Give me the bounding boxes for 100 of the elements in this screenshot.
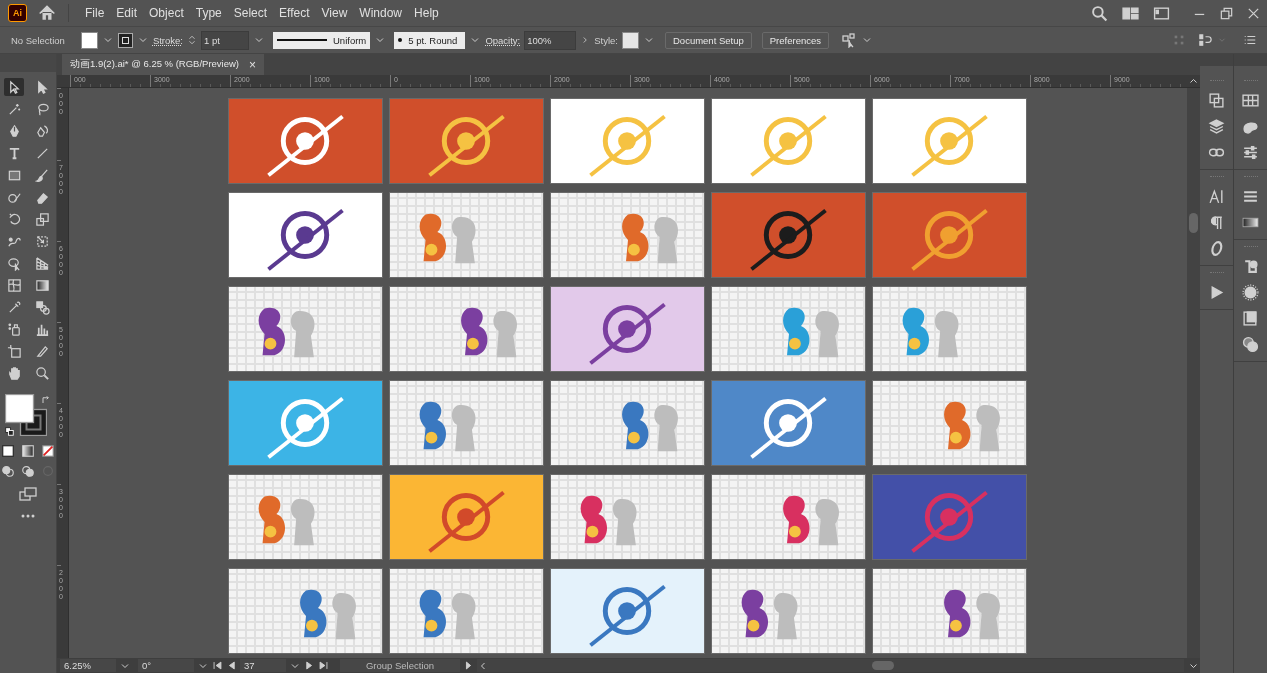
color-mode-icon[interactable]	[1, 444, 15, 458]
document-setup-button[interactable]: Document Setup	[665, 31, 752, 49]
gradient-mode-icon[interactable]	[21, 444, 35, 458]
menu-item[interactable]: Effect	[273, 6, 316, 20]
artboard[interactable]	[872, 98, 1027, 184]
layout-icon[interactable]	[1122, 4, 1139, 22]
appearance-icon[interactable]	[1242, 284, 1259, 301]
opacity-field[interactable]: 100%	[524, 30, 577, 50]
artboard[interactable]	[228, 192, 383, 278]
style-swatch[interactable]	[622, 31, 639, 49]
artboard[interactable]	[228, 474, 383, 560]
stroke-weight-field[interactable]: 1 pt	[201, 30, 249, 50]
character-icon[interactable]	[1208, 188, 1225, 205]
artboard[interactable]	[872, 568, 1027, 654]
stroke-icon[interactable]	[1242, 188, 1259, 205]
draw-normal-icon[interactable]	[1, 464, 15, 478]
panel-menu-icon[interactable]	[1243, 33, 1257, 47]
previous-artboard-icon[interactable]	[226, 660, 237, 671]
artboard[interactable]	[389, 380, 544, 466]
artboard[interactable]	[389, 192, 544, 278]
fill-and-stroke-icon[interactable]	[5, 394, 47, 436]
screen-mode-icon[interactable]	[18, 486, 38, 502]
artboard[interactable]	[711, 380, 866, 466]
silhouette-drawing	[654, 405, 678, 452]
swap-icon[interactable]	[40, 394, 52, 406]
menu-item[interactable]: Edit	[110, 6, 144, 20]
artboard[interactable]	[550, 98, 705, 184]
curvature-tool-icon	[34, 123, 50, 139]
artboard[interactable]	[711, 568, 866, 654]
default-colors-icon[interactable]	[5, 427, 16, 438]
artboard[interactable]	[872, 286, 1027, 372]
spinner-icon[interactable]	[187, 33, 197, 47]
menu-item[interactable]: File	[79, 6, 111, 20]
free-transform-icon	[34, 233, 50, 249]
menu-item[interactable]: Object	[143, 6, 190, 20]
workspace-icon[interactable]	[1153, 4, 1170, 22]
opentype-icon[interactable]	[1208, 240, 1225, 257]
zoom-field[interactable]: 6.25%	[60, 659, 116, 672]
artboard[interactable]	[550, 192, 705, 278]
home-icon[interactable]	[38, 4, 56, 22]
arrange-icon[interactable]	[1208, 92, 1225, 109]
blend-tool-icon	[34, 299, 50, 315]
gradient-tool-icon	[34, 277, 50, 293]
artboard[interactable]	[389, 286, 544, 372]
none-mode-icon[interactable]	[41, 444, 55, 458]
mesh-tool-icon	[6, 277, 22, 293]
transform-icon[interactable]	[1242, 258, 1259, 275]
artboard[interactable]	[711, 286, 866, 372]
stroke-swatch[interactable]	[117, 32, 133, 48]
selection-tool-button[interactable]	[4, 78, 24, 96]
menu-item[interactable]: View	[315, 6, 354, 20]
preferences-button[interactable]: Preferences	[761, 31, 829, 49]
stroke-profile-dropdown[interactable]: Uniform	[273, 31, 371, 49]
artboard[interactable]	[389, 568, 544, 654]
fill-swatch[interactable]	[80, 31, 98, 49]
scrollbar-thumb[interactable]	[872, 661, 894, 670]
document-tab[interactable]: 动画1.9(2).ai* @ 6.25 % (RGB/Preview) ×	[62, 54, 265, 75]
artboard[interactable]	[228, 286, 383, 372]
artboard[interactable]	[550, 380, 705, 466]
search-icon[interactable]	[1091, 4, 1108, 22]
stroke-label[interactable]: Stroke:	[152, 34, 183, 46]
opacity-label[interactable]: Opacity:	[485, 34, 521, 46]
artboard[interactable]	[550, 474, 705, 560]
first-artboard-icon[interactable]	[212, 660, 223, 671]
silhouette-drawing	[451, 217, 476, 264]
menu-item[interactable]: Window	[353, 6, 409, 20]
menu-item[interactable]: Help	[408, 6, 445, 20]
status-menu-icon[interactable]	[463, 660, 474, 671]
transform-select-icon[interactable]	[841, 32, 857, 48]
graphic-styles-icon[interactable]	[1242, 310, 1259, 327]
menu-item[interactable]: Select	[227, 6, 274, 20]
artboard[interactable]	[872, 380, 1027, 466]
restore-icon[interactable]	[1219, 5, 1234, 21]
symbol-sprayer-icon	[6, 321, 22, 337]
artboard[interactable]	[228, 380, 383, 466]
sliders-icon[interactable]	[1242, 144, 1259, 161]
paragraph-icon[interactable]	[1208, 214, 1225, 231]
transparency-icon[interactable]	[1242, 336, 1259, 353]
brush-dropdown[interactable]: 5 pt. Round	[394, 31, 466, 49]
draw-inside-icon	[41, 464, 55, 478]
last-artboard-icon[interactable]	[318, 660, 329, 671]
swatches-icon[interactable]	[1242, 92, 1259, 109]
silhouette-drawing	[612, 499, 637, 546]
layers-icon[interactable]	[1208, 118, 1225, 135]
artboard[interactable]	[228, 98, 383, 184]
artboard[interactable]	[228, 568, 383, 654]
artboard[interactable]	[550, 568, 705, 654]
artboard[interactable]	[711, 474, 866, 560]
artboard[interactable]	[711, 98, 866, 184]
next-artboard-icon[interactable]	[304, 660, 315, 671]
artboard-number-field[interactable]: 37	[240, 659, 286, 672]
scrollbar-thumb[interactable]	[1189, 213, 1198, 233]
align-icon[interactable]	[1198, 32, 1213, 48]
artboard[interactable]	[550, 286, 705, 372]
silhouette-drawing	[290, 499, 315, 546]
tab-close-button[interactable]: ×	[249, 57, 257, 72]
draw-behind-icon[interactable]	[21, 464, 35, 478]
menu-item[interactable]: Type	[189, 6, 228, 20]
artboard[interactable]	[711, 192, 866, 278]
rotation-field[interactable]: 0°	[138, 659, 194, 672]
